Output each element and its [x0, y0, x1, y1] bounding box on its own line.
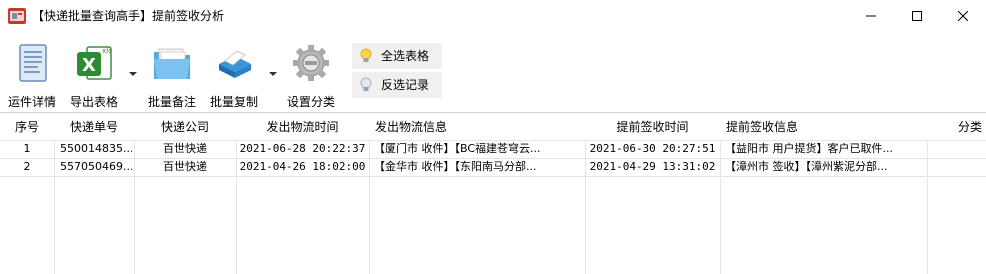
- close-button[interactable]: [940, 0, 986, 32]
- row-1-early-sign-info[interactable]: 【益阳市 用户提货】客户已取件...: [725, 140, 925, 158]
- select-all-label: 全选表格: [381, 49, 430, 63]
- select-all-button[interactable]: 全选表格: [352, 43, 442, 69]
- row-divider: [0, 176, 986, 177]
- results-table[interactable]: 序号 快递单号 快递公司 发出物流时间 发出物流信息 提前签收时间 提前签收信息…: [0, 112, 986, 274]
- copy-dropdown-arrow-icon[interactable]: [268, 70, 278, 78]
- lightbulb-icon: [360, 77, 372, 91]
- svg-text:xls: xls: [102, 47, 112, 55]
- minimize-button[interactable]: [848, 0, 894, 32]
- row-2-tracking-number[interactable]: 557050469...: [60, 158, 132, 176]
- row-1-tracking-number[interactable]: 550014835...: [60, 140, 132, 158]
- column-header-ship-info[interactable]: 发出物流信息: [375, 119, 575, 135]
- batch-copy-label: 批量复制: [209, 95, 258, 109]
- row-2-index[interactable]: 2: [0, 158, 54, 176]
- column-header-tracking-number[interactable]: 快递单号: [54, 119, 134, 135]
- column-header-courier[interactable]: 快递公司: [134, 119, 236, 135]
- row-2-courier[interactable]: 百世快递: [134, 158, 236, 176]
- lightbulb-icon: [360, 48, 372, 62]
- column-header-ship-time[interactable]: 发出物流时间: [236, 119, 369, 135]
- row-1-courier[interactable]: 百世快递: [134, 140, 236, 158]
- gear-icon: [293, 45, 329, 81]
- row-1-ship-info[interactable]: 【厦门市 收件】【BC福建苍穹云...: [374, 140, 584, 158]
- row-2-category[interactable]: [930, 158, 984, 176]
- minimize-icon: [866, 15, 876, 17]
- maximize-button[interactable]: [894, 0, 940, 32]
- column-header-early-sign-info[interactable]: 提前签收信息: [726, 119, 916, 135]
- row-1-category[interactable]: [930, 140, 984, 158]
- document-icon: [19, 44, 47, 82]
- waybill-details-button[interactable]: 运件详情: [4, 40, 60, 109]
- table-header: 序号 快递单号 快递公司 发出物流时间 发出物流信息 提前签收时间 提前签收信息…: [0, 113, 986, 140]
- row-2-early-sign-time[interactable]: 2021-04-29 13:31:02: [585, 158, 720, 176]
- column-header-index[interactable]: 序号: [0, 119, 54, 135]
- row-2-early-sign-info[interactable]: 【漳州市 签收】【漳州紫泥分部...: [725, 158, 925, 176]
- window-title: 【快递批量查询高手】提前签收分析: [32, 9, 225, 23]
- app-window: 【快递批量查询高手】提前签收分析 运件详情 X xls 导出表格 批量备注 批量…: [0, 0, 986, 274]
- close-icon: [958, 11, 968, 21]
- set-category-label: 设置分类: [286, 95, 335, 109]
- batch-remark-label: 批量备注: [147, 95, 196, 109]
- row-2-ship-time[interactable]: 2021-04-26 18:02:00: [236, 158, 369, 176]
- column-header-category[interactable]: 分类: [958, 119, 986, 135]
- row-1-early-sign-time[interactable]: 2021-06-30 20:27:51: [585, 140, 720, 158]
- invert-selection-label: 反选记录: [381, 78, 430, 92]
- app-icon: [8, 8, 26, 24]
- column-header-early-sign-time[interactable]: 提前签收时间: [585, 119, 720, 135]
- folder-icon: [154, 48, 190, 79]
- title-bar: 【快递批量查询高手】提前签收分析: [0, 0, 986, 32]
- export-table-button[interactable]: X xls 导出表格: [66, 40, 122, 109]
- set-category-button[interactable]: 设置分类: [283, 40, 339, 109]
- svg-text:X: X: [82, 55, 96, 76]
- invert-selection-button[interactable]: 反选记录: [352, 72, 442, 98]
- export-table-label: 导出表格: [69, 95, 118, 109]
- batch-copy-button[interactable]: 批量复制: [206, 40, 262, 109]
- waybill-details-label: 运件详情: [7, 95, 56, 109]
- maximize-icon: [912, 11, 922, 21]
- batch-remark-button[interactable]: 批量备注: [144, 40, 200, 109]
- excel-icon: X xls: [77, 46, 112, 80]
- export-dropdown-arrow-icon[interactable]: [128, 70, 138, 78]
- row-2-ship-info[interactable]: 【金华市 收件】【东阳南马分部...: [374, 158, 584, 176]
- scanner-icon: [219, 50, 251, 78]
- row-1-ship-time[interactable]: 2021-06-28 20:22:37: [236, 140, 369, 158]
- toolbar: 运件详情 X xls 导出表格 批量备注 批量复制 设置分类 全选表格 反选记录: [0, 32, 986, 110]
- row-1-index[interactable]: 1: [0, 140, 54, 158]
